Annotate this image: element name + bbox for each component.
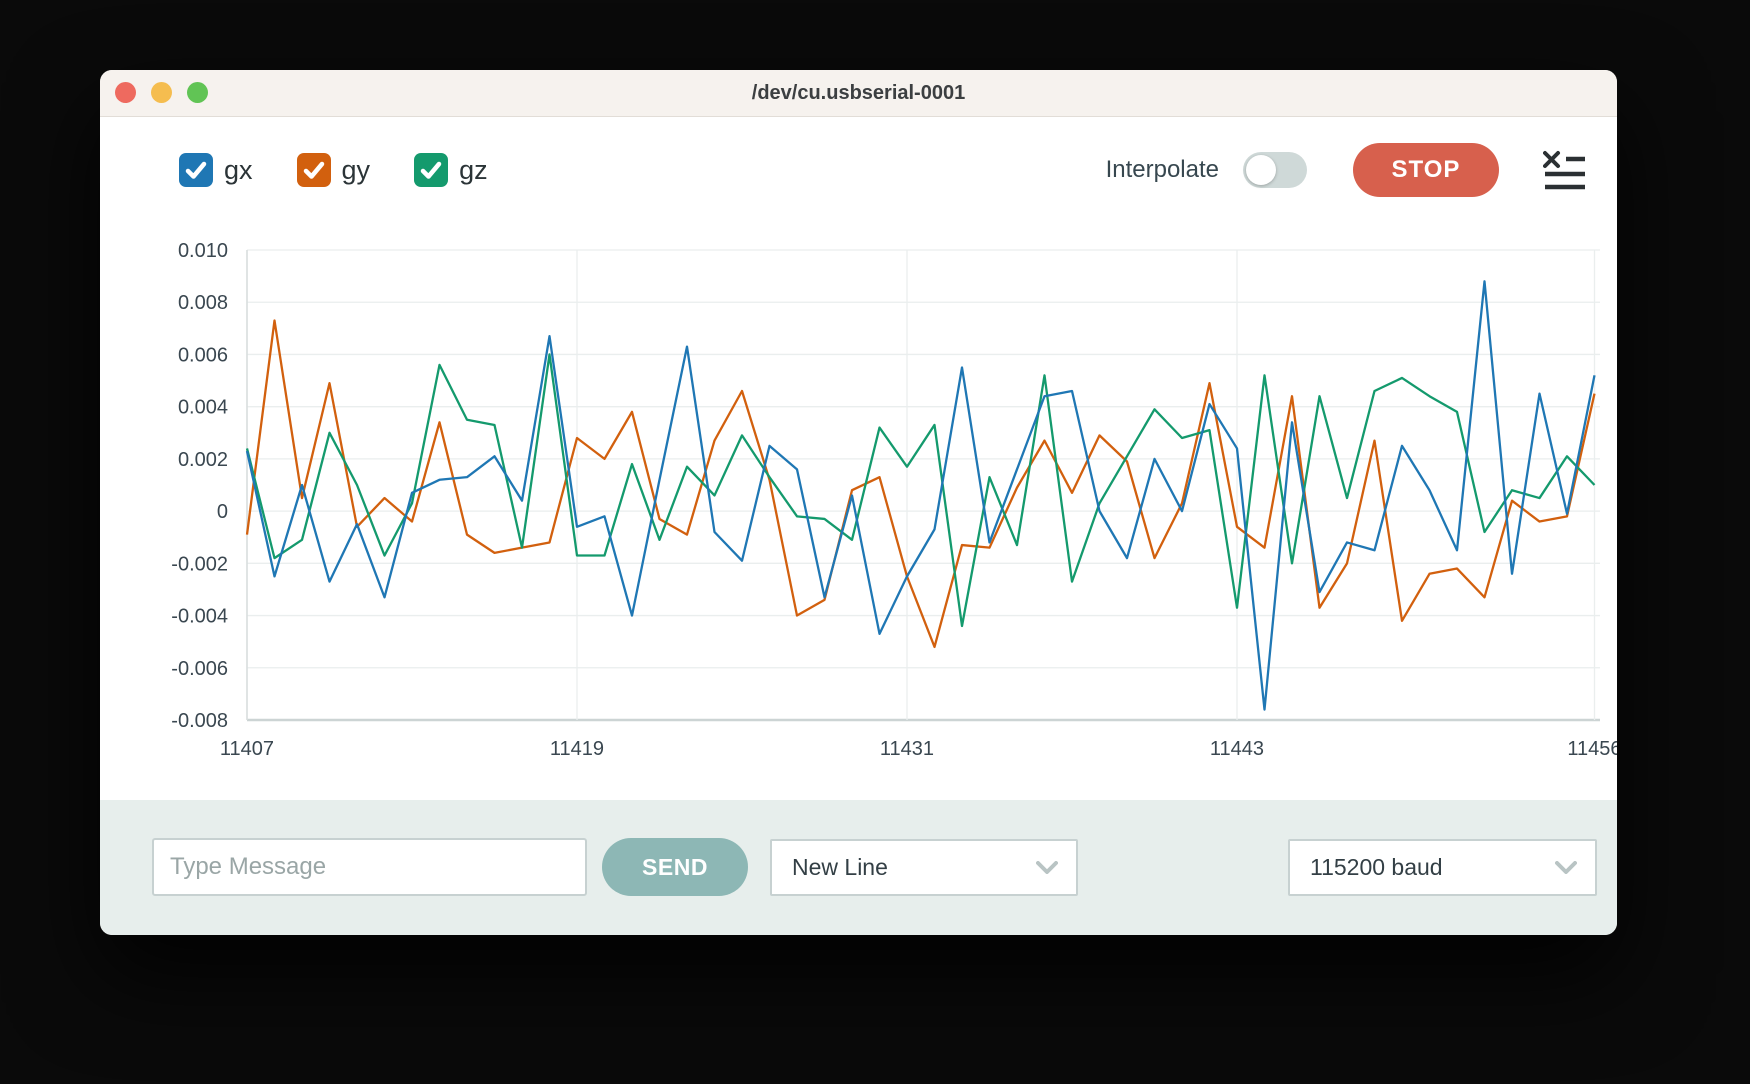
message-input[interactable] [152,838,587,896]
svg-text:11419: 11419 [550,738,604,760]
send-button[interactable]: SEND [602,838,748,896]
chevron-down-icon [1036,861,1058,874]
close-button[interactable] [115,82,136,103]
svg-text:11443: 11443 [1210,738,1264,760]
svg-text:11431: 11431 [880,738,934,760]
series-line-gx [247,281,1595,709]
series-toggle-group: gx gy gz [179,153,488,187]
svg-text:0.002: 0.002 [178,449,228,471]
svg-text:-0.008: -0.008 [171,710,228,732]
checkbox-checked-icon[interactable] [179,153,213,187]
bottom-bar: SEND New Line 115200 baud [100,800,1617,935]
line-ending-select[interactable]: New Line [770,839,1078,896]
svg-text:11456: 11456 [1567,738,1617,760]
series-label: gz [459,155,488,186]
svg-text:11407: 11407 [220,738,274,760]
zoom-button[interactable] [187,82,208,103]
series-toggle-gy[interactable]: gy [297,153,371,187]
svg-text:-0.006: -0.006 [171,658,228,680]
series-line-gz [247,354,1595,626]
interpolate-toggle[interactable] [1243,152,1307,188]
toggle-knob-icon [1246,155,1276,185]
traffic-lights [115,82,208,103]
clear-list-icon[interactable] [1543,150,1587,190]
toolbar: gx gy gz Interpolate STOP [100,140,1617,200]
svg-text:-0.004: -0.004 [171,606,228,628]
window-title: /dev/cu.usbserial-0001 [752,82,965,105]
series-toggle-gz[interactable]: gz [414,153,488,187]
svg-text:-0.002: -0.002 [171,553,228,575]
line-ending-value: New Line [792,854,888,881]
baud-rate-value: 115200 baud [1310,854,1443,881]
chevron-down-icon [1555,861,1577,874]
app-window: /dev/cu.usbserial-0001 gx gy gz Interpolat… [100,70,1617,935]
line-chart: 0.010 0.008 0.006 0.004 0.002 0 -0.002 -0.004 -0… [100,210,1617,785]
series-toggle-gx[interactable]: gx [179,153,253,187]
svg-text:0.010: 0.010 [178,240,228,262]
baud-rate-select[interactable]: 115200 baud [1288,839,1597,896]
svg-text:0.004: 0.004 [178,397,228,419]
interpolate-label: Interpolate [1106,156,1219,184]
svg-text:0.006: 0.006 [178,344,228,366]
toolbar-right: Interpolate STOP [1106,143,1587,197]
svg-text:0.008: 0.008 [178,292,228,314]
svg-text:0: 0 [217,501,228,523]
stop-button[interactable]: STOP [1353,143,1499,197]
checkbox-checked-icon[interactable] [297,153,331,187]
series-label: gy [342,155,371,186]
series-label: gx [224,155,253,186]
title-bar: /dev/cu.usbserial-0001 [100,70,1617,117]
checkbox-checked-icon[interactable] [414,153,448,187]
minimize-button[interactable] [151,82,172,103]
